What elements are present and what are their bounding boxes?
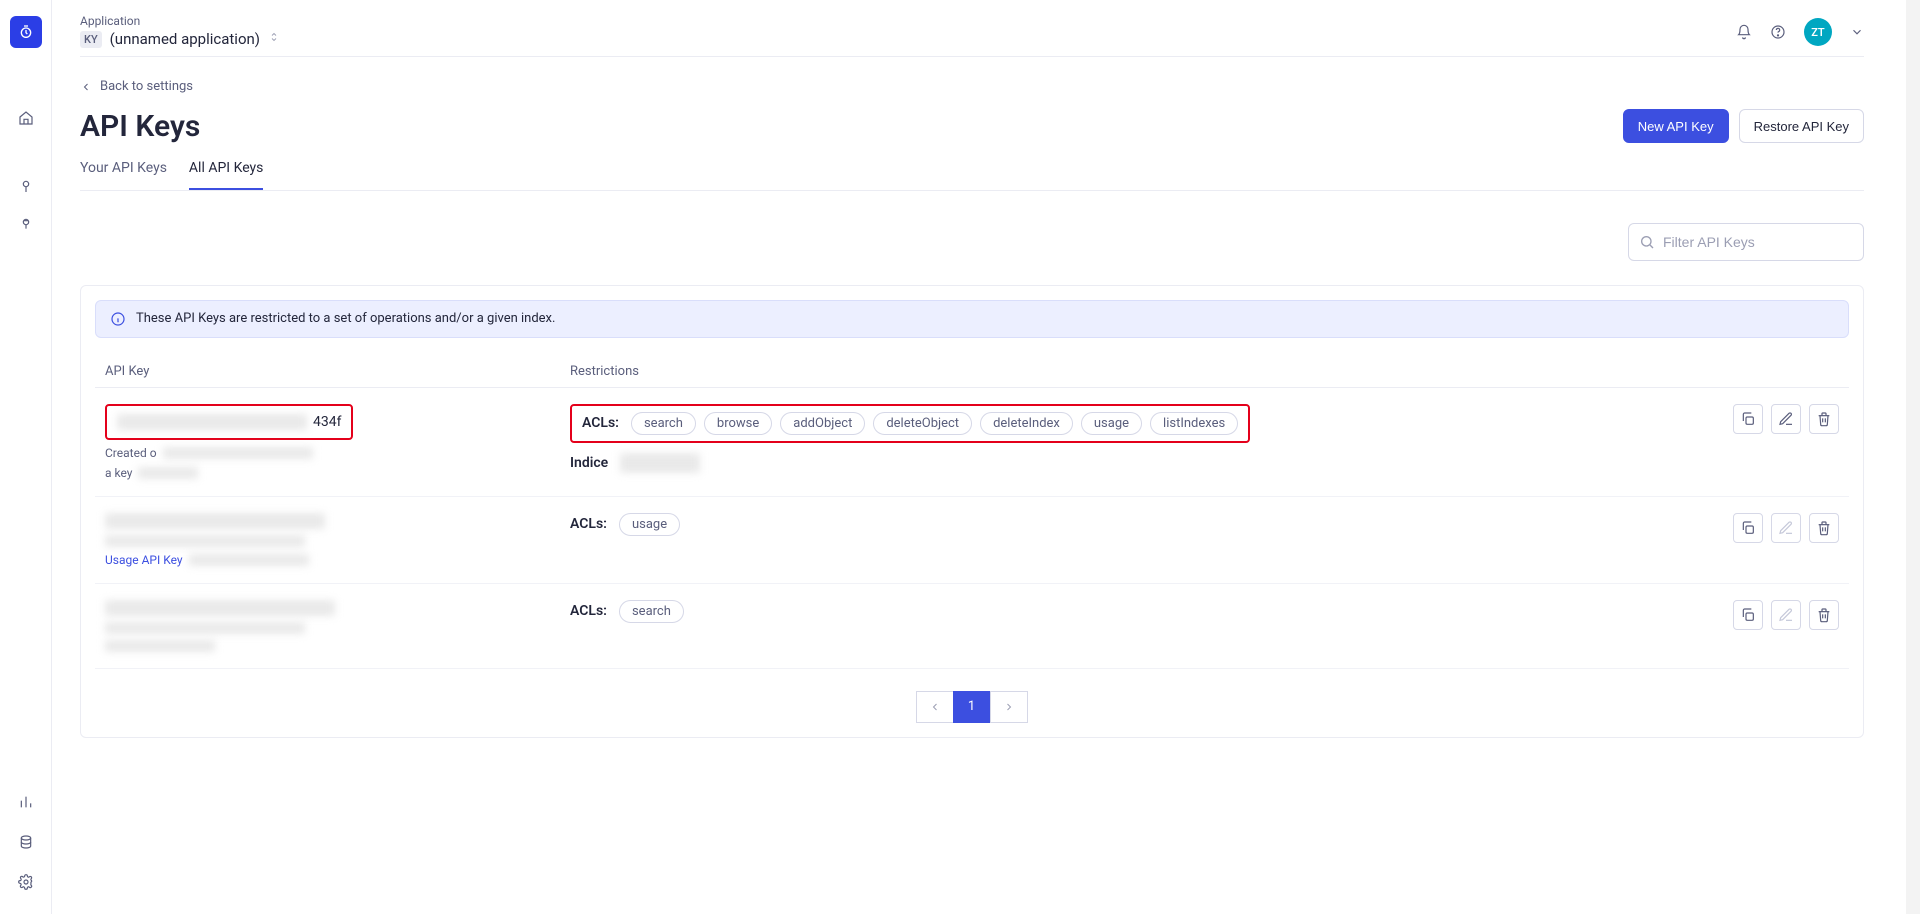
search-input[interactable]	[1663, 234, 1853, 250]
left-rail	[0, 0, 52, 914]
redacted	[105, 535, 305, 547]
bell-icon[interactable]	[1736, 24, 1752, 40]
key-suffix: 434f	[313, 414, 341, 430]
indices-label: Indice	[570, 455, 608, 471]
table-row: Usage API Key ACLs: usage	[95, 497, 1849, 584]
edit-button[interactable]	[1771, 404, 1801, 434]
page-1[interactable]: 1	[953, 691, 991, 723]
copy-button[interactable]	[1733, 600, 1763, 630]
new-api-key-button[interactable]: New API Key	[1623, 109, 1729, 143]
redacted-key	[105, 513, 325, 529]
redacted	[105, 622, 305, 634]
brand-icon[interactable]	[10, 16, 42, 48]
acls-label: ACLs:	[570, 603, 607, 619]
edit-button	[1771, 513, 1801, 543]
help-icon[interactable]	[1770, 24, 1786, 40]
pager: 1	[95, 691, 1849, 723]
acl-pill: search	[619, 600, 684, 623]
acl-pill: listIndexes	[1150, 412, 1238, 435]
keys-panel: These API Keys are restricted to a set o…	[80, 285, 1864, 738]
redacted-key	[117, 414, 307, 430]
tabs: Your API Keys All API Keys	[80, 152, 1864, 191]
pin-icon[interactable]	[10, 170, 42, 202]
redacted	[189, 554, 309, 566]
app-badge: KY	[80, 31, 102, 48]
table-row: 434f Created o a key ACLs:	[95, 388, 1849, 497]
top-icons: ZT	[1736, 18, 1864, 46]
back-label: Back to settings	[100, 79, 193, 94]
acl-pill: usage	[1081, 412, 1142, 435]
col-api-key: API Key	[105, 364, 570, 379]
acl-pill: browse	[704, 412, 772, 435]
table-header: API Key Restrictions	[95, 356, 1849, 388]
meta-label: Created o	[105, 446, 157, 460]
delete-button[interactable]	[1809, 600, 1839, 630]
search-icon	[1639, 234, 1655, 250]
acl-pill: usage	[619, 513, 680, 536]
page-prev[interactable]	[916, 691, 954, 723]
restore-api-key-button[interactable]: Restore API Key	[1739, 109, 1864, 143]
scrollbar[interactable]	[1906, 0, 1920, 914]
pin-add-icon[interactable]	[10, 208, 42, 240]
redacted-index	[620, 453, 700, 473]
info-message: These API Keys are restricted to a set o…	[136, 311, 555, 326]
col-restrictions: Restrictions	[570, 364, 1699, 379]
acls-label: ACLs:	[582, 415, 619, 431]
info-icon	[110, 311, 126, 327]
delete-button[interactable]	[1809, 404, 1839, 434]
chevron-down-icon[interactable]	[1850, 25, 1864, 39]
acls-label: ACLs:	[570, 516, 607, 532]
page-title: API Keys	[80, 109, 200, 144]
redacted	[163, 447, 313, 459]
meta-label: a key	[105, 466, 132, 480]
acl-pill: deleteObject	[873, 412, 972, 435]
app-switcher[interactable]: KY (unnamed application)	[80, 30, 1864, 48]
meta-label: Usage API Key	[105, 553, 183, 567]
acls-highlighted: ACLs: search browse addObject deleteObje…	[570, 404, 1250, 443]
edit-button	[1771, 600, 1801, 630]
api-key-highlighted: 434f	[105, 404, 353, 440]
gear-icon[interactable]	[10, 866, 42, 898]
search-box[interactable]	[1628, 223, 1864, 261]
delete-button[interactable]	[1809, 513, 1839, 543]
redacted	[138, 467, 198, 479]
main-area: Application KY (unnamed application) ZT	[52, 0, 1920, 914]
copy-button[interactable]	[1733, 513, 1763, 543]
acl-pill: addObject	[780, 412, 865, 435]
avatar[interactable]: ZT	[1804, 18, 1832, 46]
database-icon[interactable]	[10, 826, 42, 858]
chart-icon[interactable]	[10, 786, 42, 818]
tab-all-api-keys[interactable]: All API Keys	[189, 152, 263, 190]
redacted-key	[105, 600, 335, 616]
acl-pill: deleteIndex	[980, 412, 1073, 435]
tab-your-api-keys[interactable]: Your API Keys	[80, 152, 167, 190]
back-to-settings[interactable]: Back to settings	[80, 79, 193, 94]
copy-button[interactable]	[1733, 404, 1763, 434]
home-icon[interactable]	[10, 102, 42, 134]
chevron-updown-icon	[268, 31, 280, 47]
app-label: Application	[80, 14, 1864, 28]
info-banner: These API Keys are restricted to a set o…	[95, 300, 1849, 338]
redacted	[105, 640, 215, 652]
page-next[interactable]	[990, 691, 1028, 723]
app-name: (unnamed application)	[110, 30, 260, 48]
acl-pill: search	[631, 412, 696, 435]
table-row: ACLs: search	[95, 584, 1849, 669]
